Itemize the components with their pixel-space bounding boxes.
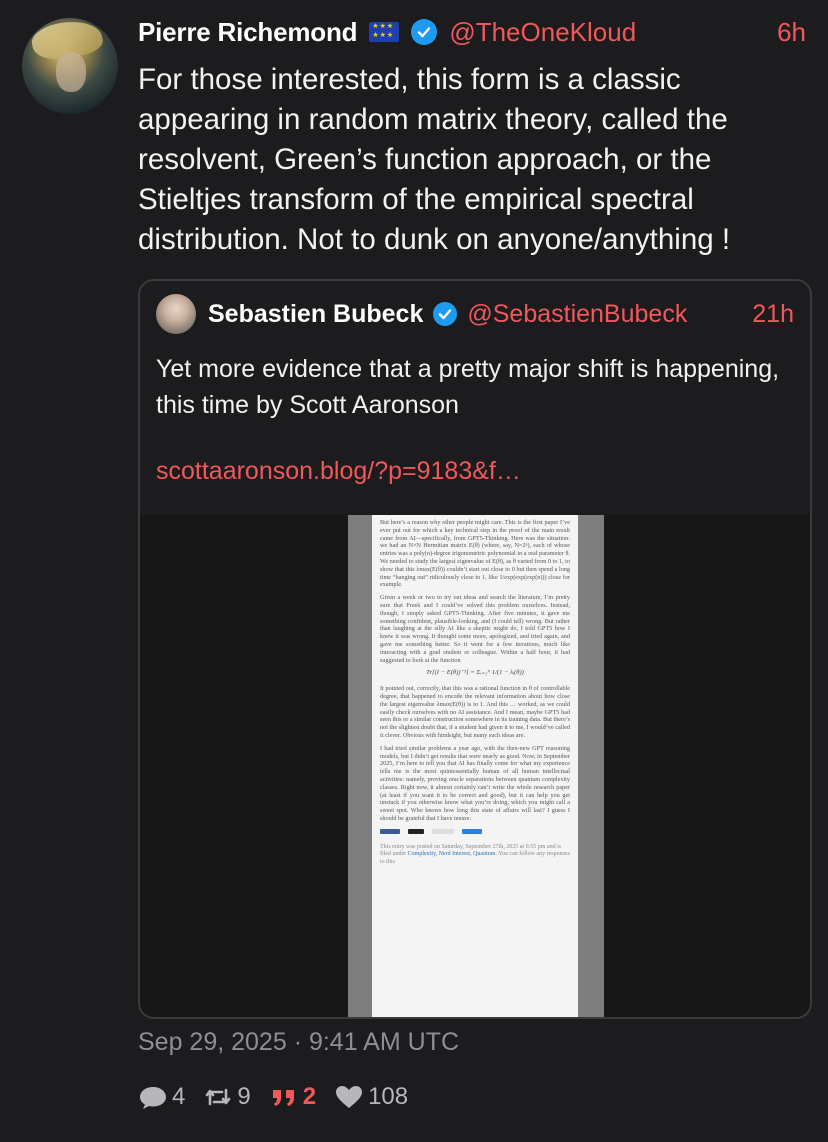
share-button: [462, 828, 482, 834]
share-button: [380, 828, 400, 834]
tweet-actions: 4 9 2 108: [138, 1080, 426, 1114]
author-name[interactable]: Pierre Richemond: [138, 17, 358, 48]
quoted-author-name[interactable]: Sebastien Bubeck: [208, 300, 423, 329]
like-count: 108: [368, 1083, 409, 1110]
reply-button[interactable]: 4: [138, 1083, 185, 1111]
tweet-timestamp[interactable]: Sep 29, 2025 · 9:41 AM UTC: [138, 1028, 459, 1057]
quoted-tweet[interactable]: Sebastien Bubeck @SebastienBubeck 21h Ye…: [138, 279, 812, 1019]
tweet-time[interactable]: 6h: [777, 17, 806, 48]
document-screenshot-frame: But here’s a reason why other people mig…: [348, 515, 604, 1017]
avatar-face: [56, 52, 86, 92]
retweet-icon: [206, 1088, 231, 1106]
author-handle[interactable]: @TheOneKloud: [449, 17, 636, 48]
eu-flag-icon: [369, 22, 400, 42]
quoted-author-handle[interactable]: @SebastienBubeck: [467, 300, 687, 329]
document-paragraph: I had tried similar problems a year ago,…: [380, 744, 570, 822]
heart-icon: [336, 1086, 363, 1108]
document-formula: Tr[(I − E(θ))⁻¹] = Σᵢ₌₁ᴺ 1/(1 − λᵢ(θ)): [426, 669, 524, 677]
verified-badge-icon: [433, 302, 458, 326]
share-buttons: [380, 828, 570, 834]
document-footer-links: Complexity, Nerd Interest, Quantum: [407, 851, 496, 858]
document-paragraph: But here’s a reason why other people mig…: [380, 519, 570, 589]
share-button: [432, 828, 454, 834]
document-paragraph: Given a week or two to try out ideas and…: [380, 594, 570, 664]
quoted-tweet-link[interactable]: scottaaronson.blog/?p=9183&f…: [156, 457, 521, 486]
tweet-text: For those interested, this form is a cla…: [138, 63, 731, 256]
quoted-tweet-header: Sebastien Bubeck @SebastienBubeck 21h: [156, 293, 794, 335]
like-button[interactable]: 108: [334, 1083, 408, 1111]
retweet-button[interactable]: 9: [203, 1083, 251, 1111]
quoted-tweet-text: Yet more evidence that a pretty major sh…: [156, 355, 780, 419]
share-button: [408, 828, 424, 834]
retweet-count: 9: [237, 1083, 251, 1110]
comment-icon: [140, 1087, 166, 1109]
quote-button[interactable]: 2: [269, 1083, 316, 1111]
document-paragraph: It pointed out, correctly, that this was…: [380, 685, 570, 739]
quote-icon: [272, 1090, 294, 1106]
document-footer: This entry was posted on Saturday, Septe…: [380, 844, 570, 867]
quoted-tweet-image[interactable]: But here’s a reason why other people mig…: [140, 515, 810, 1017]
verified-badge-icon: [411, 19, 438, 45]
quoted-tweet-time[interactable]: 21h: [752, 300, 794, 329]
document-screenshot: But here’s a reason why other people mig…: [372, 515, 578, 1017]
tweet-header: Pierre Richemond @TheOneKloud 6h: [138, 14, 806, 50]
reply-count: 4: [172, 1083, 186, 1110]
author-avatar[interactable]: [22, 18, 118, 114]
quoted-author-avatar[interactable]: [156, 294, 196, 334]
quote-count: 2: [302, 1083, 317, 1110]
